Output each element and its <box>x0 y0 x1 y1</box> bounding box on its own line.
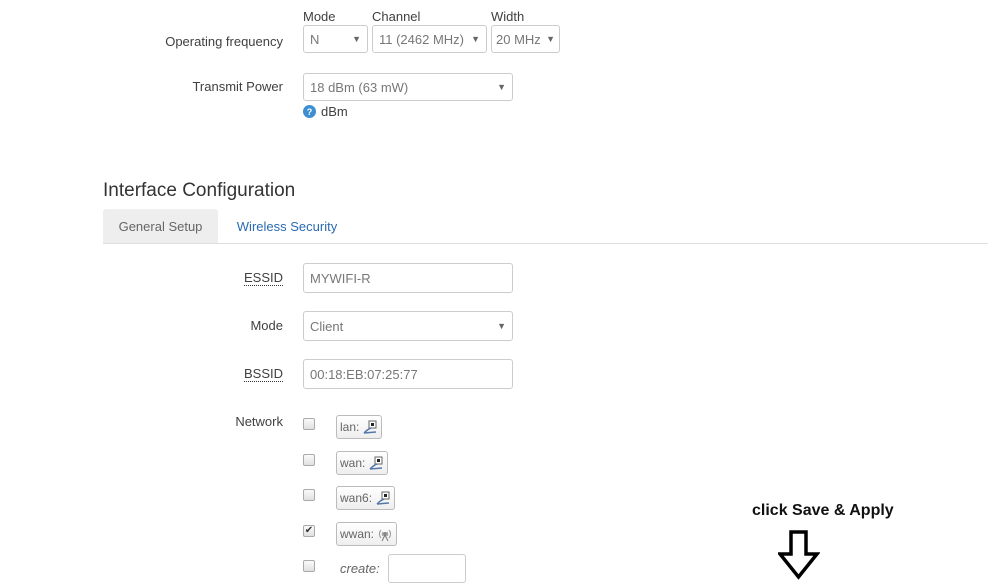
network-wan-badge: wan: <box>336 451 389 475</box>
network-wan6-checkbox[interactable] <box>303 489 315 501</box>
network-wwan-checkbox[interactable]: ✔ <box>303 525 315 537</box>
network-label: Network <box>235 414 283 429</box>
network-wan-checkbox[interactable] <box>303 454 315 466</box>
transmit-power-help-text: dBm <box>321 104 348 119</box>
chevron-down-icon: ▼ <box>352 34 361 44</box>
mode-select[interactable]: Client ▼ <box>303 311 513 341</box>
essid-label: ESSID <box>180 270 283 286</box>
network-wwan-name: wwan: <box>340 527 375 541</box>
freq-mode-select[interactable]: N ▼ <box>303 25 368 53</box>
chevron-down-icon: ▼ <box>546 34 555 44</box>
ethernet-icon <box>369 456 383 470</box>
network-lan-name: lan: <box>340 420 360 434</box>
section-title: Interface Configuration <box>103 180 296 201</box>
chevron-down-icon: ▼ <box>497 321 506 331</box>
ethernet-icon <box>363 420 377 434</box>
freq-mode-value: N <box>310 31 320 47</box>
tab-wireless-security[interactable]: Wireless Security <box>222 209 352 244</box>
network-wan6-badge: wan6: <box>336 486 396 510</box>
annotation-text: click Save & Apply <box>752 502 894 519</box>
freq-channel-label: Channel <box>372 9 421 24</box>
transmit-power-help: ? dBm <box>303 104 348 119</box>
chevron-down-icon: ▼ <box>497 82 506 92</box>
essid-label-text: ESSID <box>243 270 283 286</box>
network-create-label: create: <box>340 561 380 576</box>
bssid-label-text: BSSID <box>243 366 283 382</box>
freq-width-select[interactable]: 20 MHz ▼ <box>491 25 560 53</box>
tabs-divider <box>103 243 988 244</box>
arrow-down-icon <box>778 530 820 580</box>
tab-general-setup[interactable]: General Setup <box>103 209 218 244</box>
freq-mode-label: Mode <box>303 9 336 24</box>
operating-frequency-label: Operating frequency <box>165 34 283 49</box>
network-wan6-name: wan6: <box>340 491 373 505</box>
freq-channel-value: 11 (2462 MHz) <box>379 31 465 47</box>
bssid-label: BSSID <box>180 366 283 382</box>
network-wwan-badge: wwan: <box>336 522 398 546</box>
network-wan-name: wan: <box>340 456 366 470</box>
network-create-checkbox[interactable] <box>303 560 315 572</box>
freq-width-label: Width <box>491 9 525 24</box>
transmit-power-value: 18 dBm (63 mW) <box>310 79 409 95</box>
transmit-power-label: Transmit Power <box>192 79 283 94</box>
mode-value: Client <box>310 318 344 334</box>
freq-width-value: 20 MHz <box>496 31 541 47</box>
mode-label: Mode <box>250 318 283 333</box>
transmit-power-select[interactable]: 18 dBm (63 mW) ▼ <box>303 73 513 101</box>
network-create-input[interactable] <box>388 554 466 583</box>
ethernet-icon <box>376 491 390 505</box>
essid-input[interactable]: MYWIFI-R <box>303 263 513 293</box>
help-icon[interactable]: ? <box>303 105 316 118</box>
network-lan-checkbox[interactable] <box>303 418 315 430</box>
network-lan-badge: lan: <box>336 415 383 439</box>
chevron-down-icon: ▼ <box>471 34 480 44</box>
wifi-icon <box>379 529 391 542</box>
freq-channel-select[interactable]: 11 (2462 MHz) ▼ <box>372 25 487 53</box>
bssid-input[interactable]: 00:18:EB:07:25:77 <box>303 359 513 389</box>
